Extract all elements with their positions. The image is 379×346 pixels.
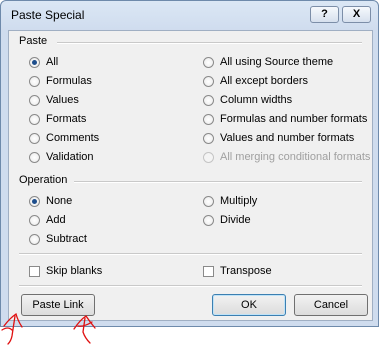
help-button[interactable]: ? [310,6,339,23]
paste-validation-radio[interactable] [29,151,40,163]
paste-values-radio[interactable] [29,94,40,106]
paste-merging-conditional-formats-option: All merging conditional formats [203,149,370,165]
skip-blanks-checkbox[interactable] [29,265,40,277]
paste-comments-radio[interactable] [29,132,40,144]
paste-formulas-radio[interactable] [29,75,40,87]
operation-none-label: None [46,195,73,207]
paste-values-number-formats-option[interactable]: Values and number formats [203,130,354,146]
paste-formats-radio[interactable] [29,113,40,125]
paste-validation-option[interactable]: Validation [29,149,94,165]
options-separator [19,253,362,255]
operation-group-label: Operation [19,174,68,186]
dialog-body: Paste All Formulas Values Formats Commen… [8,30,373,321]
paste-all-option[interactable]: All [29,54,58,70]
close-icon: X [352,8,361,20]
operation-separator [74,181,362,183]
paste-values-option[interactable]: Values [29,92,79,108]
cancel-label: Cancel [313,299,349,311]
paste-all-except-borders-radio[interactable] [203,75,214,87]
paste-column-widths-radio[interactable] [203,94,214,106]
title-bar[interactable]: Paste Special ? X [1,1,378,29]
operation-subtract-option[interactable]: Subtract [29,231,87,247]
operation-none-radio[interactable] [29,195,40,207]
ok-button[interactable]: OK [212,294,286,316]
paste-all-source-theme-option[interactable]: All using Source theme [203,54,333,70]
paste-formulas-label: Formulas [46,75,92,87]
skip-blanks-option[interactable]: Skip blanks [29,263,102,279]
paste-separator [57,42,362,44]
paste-comments-option[interactable]: Comments [29,130,99,146]
transpose-checkbox[interactable] [203,265,214,277]
paste-all-label: All [46,56,59,68]
operation-subtract-label: Subtract [46,233,87,245]
dialog-title: Paste Special [11,8,85,22]
paste-column-widths-label: Column widths [220,94,293,106]
transpose-option[interactable]: Transpose [203,263,272,279]
paste-all-source-theme-radio[interactable] [203,56,214,68]
paste-column-widths-option[interactable]: Column widths [203,92,292,108]
paste-group-label: Paste [19,35,48,47]
paste-comments-label: Comments [46,132,100,144]
paste-link-label: Paste Link [32,299,84,311]
operation-multiply-option[interactable]: Multiply [203,193,257,209]
paste-formats-label: Formats [46,113,87,125]
paste-formulas-option[interactable]: Formulas [29,73,92,89]
operation-subtract-radio[interactable] [29,233,40,245]
operation-divide-radio[interactable] [203,214,214,226]
paste-values-number-formats-radio[interactable] [203,132,214,144]
operation-none-option[interactable]: None [29,193,72,209]
paste-values-label: Values [46,94,79,106]
paste-link-button[interactable]: Paste Link [21,294,95,316]
paste-formulas-number-formats-option[interactable]: Formulas and number formats [203,111,367,127]
cancel-button[interactable]: Cancel [294,294,368,316]
operation-add-label: Add [46,214,66,226]
paste-merging-conditional-formats-radio [203,151,214,163]
paste-formulas-number-formats-label: Formulas and number formats [220,113,368,125]
close-button[interactable]: X [342,6,371,23]
help-icon: ? [321,8,328,20]
operation-multiply-radio[interactable] [203,195,214,207]
operation-divide-option[interactable]: Divide [203,212,251,228]
operation-add-radio[interactable] [29,214,40,226]
paste-special-dialog: Paste Special ? X Paste All Formulas Val… [0,0,379,327]
paste-formats-option[interactable]: Formats [29,111,86,127]
paste-all-source-theme-label: All using Source theme [220,56,334,68]
buttons-separator [19,285,362,287]
paste-all-except-borders-option[interactable]: All except borders [203,73,308,89]
operation-multiply-label: Multiply [220,195,258,207]
operation-add-option[interactable]: Add [29,212,66,228]
paste-values-number-formats-label: Values and number formats [220,132,355,144]
paste-all-radio[interactable] [29,56,40,68]
paste-formulas-number-formats-radio[interactable] [203,113,214,125]
skip-blanks-label: Skip blanks [46,265,103,277]
paste-merging-conditional-formats-label: All merging conditional formats [220,151,371,163]
paste-validation-label: Validation [46,151,94,163]
paste-all-except-borders-label: All except borders [220,75,309,87]
transpose-label: Transpose [220,265,272,277]
operation-divide-label: Divide [220,214,251,226]
ok-label: OK [241,299,257,311]
